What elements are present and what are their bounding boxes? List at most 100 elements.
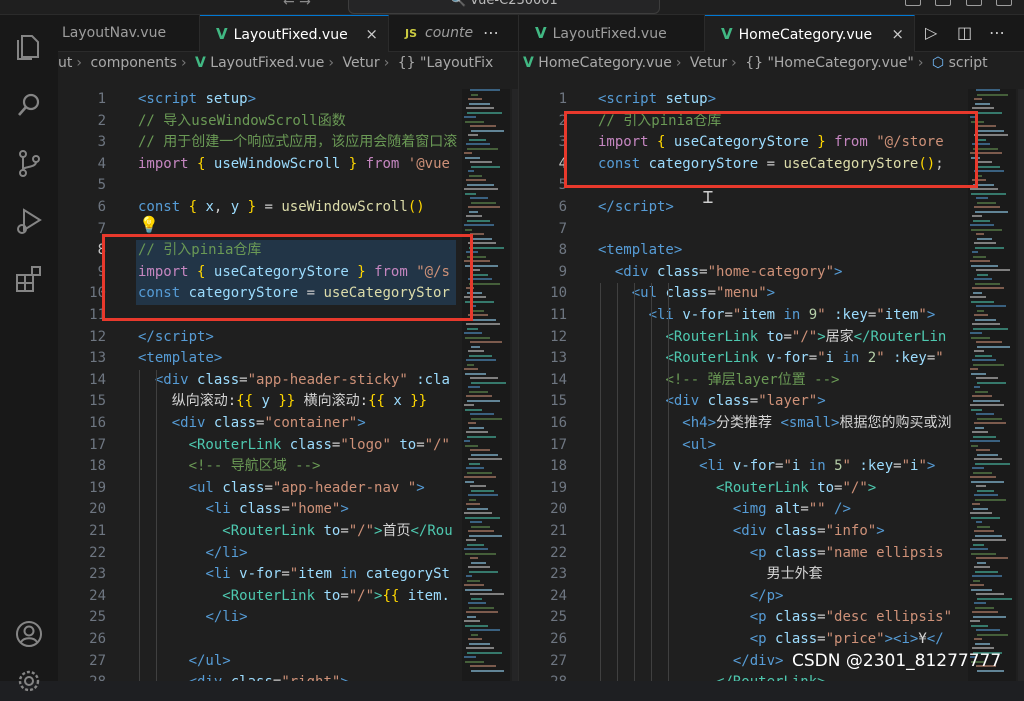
code-text: 纵向滚动:{{ y }} 横向滚动:{{ x }} [171,393,428,410]
code-line[interactable]: 26 [58,629,518,651]
code-line[interactable]: 20 <li class="home"> [58,499,518,521]
code-line[interactable]: 10 <ul class="menu"> [519,283,1024,305]
minimap-line [471,129,504,132]
minimap-line [465,192,476,195]
code-line[interactable]: 12 <RouterLink to="/">居家</RouterLin [519,327,1024,349]
code-text: <li v-for="item in 9" :key="item"> [648,307,936,323]
tab-layoutnav[interactable]: LayoutNav.vue [58,15,200,51]
code-line[interactable]: 28 <div class="right"> [58,672,518,681]
code-line[interactable]: 6 </script> [519,197,1024,219]
breadcrumb-item[interactable]: {} "HomeCategory.vue" [745,55,914,71]
code-line[interactable]: 4 import { useWindowScroll } from '@vue [58,154,518,176]
tab-layoutfixed[interactable]: V LayoutFixed.vue × [200,15,389,52]
code-line[interactable]: 28 </RouterLink> [519,672,1024,681]
nav-arrows[interactable]: ← → [283,0,311,10]
toggle-secondary-icon[interactable] [966,0,982,6]
code-line[interactable]: 8 <template> [519,240,1024,262]
code-line[interactable]: 25 <p class="desc ellipsis" [519,607,1024,629]
minimap-line [972,251,978,253]
minimap-line [977,417,1002,420]
close-icon[interactable]: × [891,16,904,52]
code-line[interactable]: 26 <p class="price"><i>¥</ [519,629,1024,651]
minimap-line [465,516,500,519]
minimap-line [975,498,1006,501]
extensions-icon[interactable] [13,263,45,295]
minimap-line [471,345,480,348]
search-icon[interactable] [13,89,45,121]
code-line[interactable]: 14 <!-- 弹层layer位置 --> [519,370,1024,392]
code-line[interactable]: 13 <template> [58,348,518,370]
code-line[interactable]: 15 纵向滚动:{{ y }} 横向滚动:{{ x }} [58,391,518,413]
code-line[interactable]: 2 // 导入useWindowScroll函数 [58,111,518,133]
account-icon[interactable] [13,618,45,650]
breadcrumb-item[interactable]: components [90,55,177,71]
minimap-line [974,566,990,568]
code-line[interactable]: 7 [519,219,1024,241]
run-icon[interactable]: ▷ [925,15,937,51]
close-icon[interactable]: × [365,16,378,52]
code-line[interactable]: 19 <RouterLink to="/"> [519,478,1024,500]
split-editor-icon[interactable]: ◫ [957,15,972,51]
breadcrumb-item[interactable]: LayoutFixed.vue [210,55,324,71]
left-minimap[interactable] [462,89,510,681]
code-line[interactable]: 23 男士外套 [519,564,1024,586]
code-line[interactable]: 9 <div class="home-category"> [519,262,1024,284]
breadcrumb-item[interactable]: ut [58,55,72,71]
code-line[interactable]: 17 <ul> [519,435,1024,457]
code-line[interactable]: 18 <li v-for="i in 5" :key="i"> [519,456,1024,478]
command-center[interactable]: 🔍 vue-C230001 [348,0,660,14]
lightbulb-icon[interactable]: 💡 [139,215,159,234]
code-line[interactable]: 1 <script setup> [58,89,518,111]
minimap-line [971,480,1004,483]
line-number: 17 [550,436,567,453]
code-line[interactable]: 25 </li> [58,607,518,629]
minimap-line [464,476,496,478]
code-line[interactable]: 23 <li v-for="item in categorySt [58,564,518,586]
code-line[interactable]: 22 <p class="name ellipsis [519,543,1024,565]
source-control-icon[interactable] [13,147,45,179]
code-line[interactable]: 13 <RouterLink v-for="i in 2" :key=" [519,348,1024,370]
breadcrumb-item[interactable]: script [949,55,988,71]
code-line[interactable]: 3 // 用于创建一个响应式应用，该应用会随着窗口滚 [58,132,518,154]
settings-gear-icon[interactable] [13,665,45,697]
minimap-line [471,561,486,564]
minimap-line [469,210,478,213]
breadcrumb-item[interactable]: Vetur [690,55,727,71]
breadcrumb-item[interactable]: HomeCategory.vue [538,55,672,71]
toggle-panel-icon[interactable] [905,0,921,6]
code-line[interactable]: 11 <li v-for="item in 9" :key="item"> [519,305,1024,327]
code-line[interactable]: 22 </li> [58,543,518,565]
customize-layout-icon[interactable] [996,0,1012,6]
code-line[interactable]: 24 <RouterLink to="/">{{ item. [58,586,518,608]
code-line[interactable]: 5 [58,175,518,197]
code-line[interactable]: 15 <div class="layer"> [519,391,1024,413]
run-debug-icon[interactable] [13,205,45,237]
tab-homecategory[interactable]: V HomeCategory.vue × [705,15,915,52]
code-line[interactable]: 16 <div class="container"> [58,413,518,435]
line-number: 15 [550,393,567,410]
code-line[interactable]: 12 </script> [58,327,518,349]
more-actions-icon[interactable]: ⋯ [483,15,499,51]
files-icon[interactable] [13,31,45,63]
more-actions-icon[interactable]: ⋯ [989,15,1005,51]
right-scrollbar[interactable] [1018,89,1024,681]
code-line[interactable]: 16 <h4>分类推荐 <small>根据您的购买或浏 [519,413,1024,435]
code-line[interactable]: 14 <div class="app-header-sticky" :cla [58,370,518,392]
code-line[interactable]: 1 <script setup> [519,89,1024,111]
code-line[interactable]: 27 </ul> [58,651,518,673]
minimap-line [470,665,496,667]
code-line[interactable]: 21 <div class="info"> [519,521,1024,543]
minimap-line [974,134,1008,136]
code-line[interactable]: 19 <ul class="app-header-nav "> [58,478,518,500]
breadcrumb-item[interactable]: {} "LayoutFix [398,55,494,71]
code-line[interactable]: 21 <RouterLink to="/">首页</Rou [58,521,518,543]
code-line[interactable]: 17 <RouterLink class="logo" to="/" [58,435,518,457]
toggle-sidebar-icon[interactable] [935,0,951,6]
breadcrumb-item[interactable]: Vetur [342,55,379,71]
code-line[interactable]: 18 <!-- 导航区域 --> [58,456,518,478]
minimap-line [977,93,1008,96]
code-line[interactable]: 20 <img alt="" /> [519,499,1024,521]
code-line[interactable]: 24 </p> [519,586,1024,608]
tab-layoutfixed[interactable]: V LayoutFixed.vue [519,15,705,51]
code-line[interactable]: 6 const { x, y } = useWindowScroll() [58,197,518,219]
